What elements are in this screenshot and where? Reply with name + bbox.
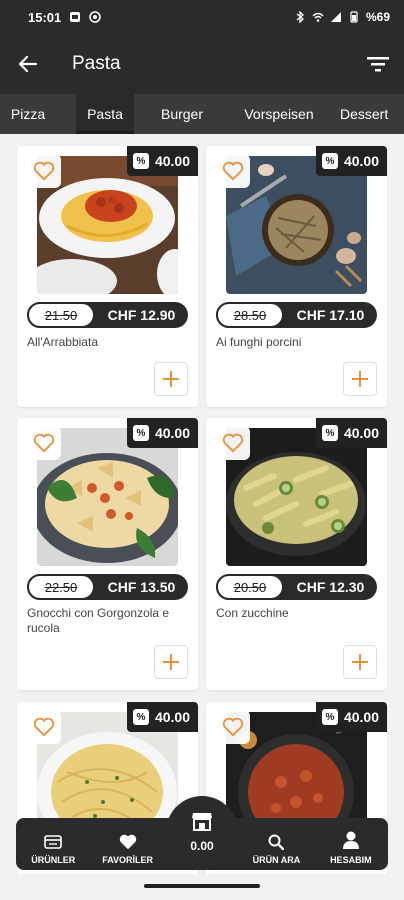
notification-icon: [69, 11, 81, 23]
bottom-nav: ÜRÜNLER FAVORİLER 0.00 ÜRÜN ARA HESABIM: [16, 796, 388, 870]
percent-icon: %: [132, 425, 149, 441]
app-notification-icon: [89, 11, 101, 23]
nav-favorites-label: FAVORİLER: [102, 855, 154, 865]
filter-button[interactable]: [352, 34, 404, 94]
discount-badge: % 40.00: [315, 418, 387, 448]
status-time: 15:01: [28, 9, 62, 25]
price-bar: 22.50 CHF 13.50: [27, 574, 188, 600]
percent-icon: %: [321, 153, 338, 169]
nav-products-label: ÜRÜNLER: [31, 855, 76, 865]
nav-favorites[interactable]: FAVORİLER: [90, 818, 164, 870]
heart-icon: [33, 717, 55, 737]
discount-badge: % 40.00: [126, 146, 198, 176]
tab-vorspeisen[interactable]: Vorspeisen: [230, 94, 328, 134]
current-price: CHF 12.30: [296, 579, 365, 595]
product-name: All'Arrabbiata: [27, 335, 98, 349]
product-card[interactable]: % 40.00 21.50 CHF 12.90 All'Arrabbiata: [17, 146, 198, 407]
product-grid: % 40.00 21.50 CHF 12.90 All'Arrabbiata %…: [0, 134, 404, 874]
plus-icon: [163, 654, 179, 670]
favorite-button[interactable]: [216, 426, 250, 460]
nav-search-label: ÜRÜN ARA: [252, 855, 301, 865]
discount-value: 40.00: [154, 425, 190, 441]
price-bar: 21.50 CHF 12.90: [27, 302, 188, 328]
gesture-bar: [0, 874, 404, 900]
plus-icon: [352, 371, 368, 387]
price-bar: 28.50 CHF 17.10: [216, 302, 377, 328]
back-button[interactable]: [0, 34, 56, 94]
plus-icon: [163, 371, 179, 387]
percent-icon: %: [321, 709, 338, 725]
tab-pasta[interactable]: Pasta: [76, 94, 134, 134]
discount-value: 40.00: [154, 153, 190, 169]
nav-search[interactable]: ÜRÜN ARA: [239, 818, 313, 870]
bluetooth-icon: [294, 10, 306, 24]
percent-icon: %: [132, 709, 149, 725]
store-icon: [192, 813, 213, 831]
product-name: Con zucchine: [216, 606, 289, 620]
discount-value: 40.00: [343, 425, 379, 441]
app-bar: Pasta: [0, 34, 404, 94]
current-price: CHF 17.10: [296, 307, 365, 323]
discount-value: 40.00: [154, 709, 190, 725]
status-bar: 15:01 %69: [0, 0, 404, 34]
discount-badge: % 40.00: [315, 146, 387, 176]
cart-button[interactable]: 0.00: [166, 796, 239, 868]
discount-value: 40.00: [343, 153, 379, 169]
tab-pizza[interactable]: Pizza: [0, 94, 56, 134]
discount-badge: % 40.00: [126, 418, 198, 448]
nav-products[interactable]: ÜRÜNLER: [16, 818, 90, 870]
product-card[interactable]: % 40.00 22.50 CHF 13.50 Gnocchi con Gorg…: [17, 418, 198, 690]
discount-badge: % 40.00: [315, 702, 387, 732]
heart-icon: [222, 161, 244, 181]
heart-icon: [33, 161, 55, 181]
product-card[interactable]: % 40.00 28.50 CHF 17.10 Ai funghi porcin…: [206, 146, 387, 407]
old-price: 22.50: [27, 574, 95, 600]
cart-total: 0.00: [190, 839, 214, 853]
old-price: 28.50: [216, 302, 284, 328]
arrow-left-icon: [18, 55, 38, 73]
tab-dessert[interactable]: Dessert: [328, 94, 404, 134]
page-title: Pasta: [72, 53, 121, 74]
nav-account-label: HESABIM: [330, 855, 372, 865]
nav-account[interactable]: HESABIM: [314, 818, 388, 870]
wifi-icon: [312, 11, 324, 23]
product-name: Ai funghi porcini: [216, 335, 302, 349]
favorite-button[interactable]: [27, 426, 61, 460]
search-icon: [268, 834, 285, 850]
price-bar: 20.50 CHF 12.30: [216, 574, 377, 600]
current-price: CHF 12.90: [107, 307, 176, 323]
category-tabs: Pizza Pasta Burger Vorspeisen Dessert: [0, 94, 404, 134]
favorite-button[interactable]: [27, 154, 61, 188]
add-to-cart-button[interactable]: [343, 645, 377, 679]
add-to-cart-button[interactable]: [154, 362, 188, 396]
old-price: 20.50: [216, 574, 284, 600]
products-icon: [44, 835, 63, 849]
percent-icon: %: [132, 153, 149, 169]
favorite-button[interactable]: [27, 710, 61, 744]
heart-icon: [119, 834, 136, 850]
home-indicator[interactable]: [144, 884, 260, 888]
nav-cart-slot: 0.00: [165, 796, 239, 870]
heart-icon: [222, 717, 244, 737]
add-to-cart-button[interactable]: [343, 362, 377, 396]
current-price: CHF 13.50: [107, 579, 176, 595]
filter-icon: [367, 57, 389, 72]
add-to-cart-button[interactable]: [154, 645, 188, 679]
battery-level: %69: [365, 10, 390, 24]
battery-icon: [348, 11, 360, 23]
old-price: 21.50: [27, 302, 95, 328]
heart-icon: [33, 433, 55, 453]
favorite-button[interactable]: [216, 710, 250, 744]
percent-icon: %: [321, 425, 338, 441]
heart-icon: [222, 433, 244, 453]
user-icon: [342, 831, 359, 849]
signal-icon: [330, 11, 342, 23]
product-card[interactable]: % 40.00 20.50 CHF 12.30 Con zucchine: [206, 418, 387, 690]
discount-value: 40.00: [343, 709, 379, 725]
plus-icon: [352, 654, 368, 670]
favorite-button[interactable]: [216, 154, 250, 188]
tab-burger[interactable]: Burger: [134, 94, 230, 134]
product-name: Gnocchi con Gorgonzola e rucola: [27, 606, 170, 635]
discount-badge: % 40.00: [126, 702, 198, 732]
